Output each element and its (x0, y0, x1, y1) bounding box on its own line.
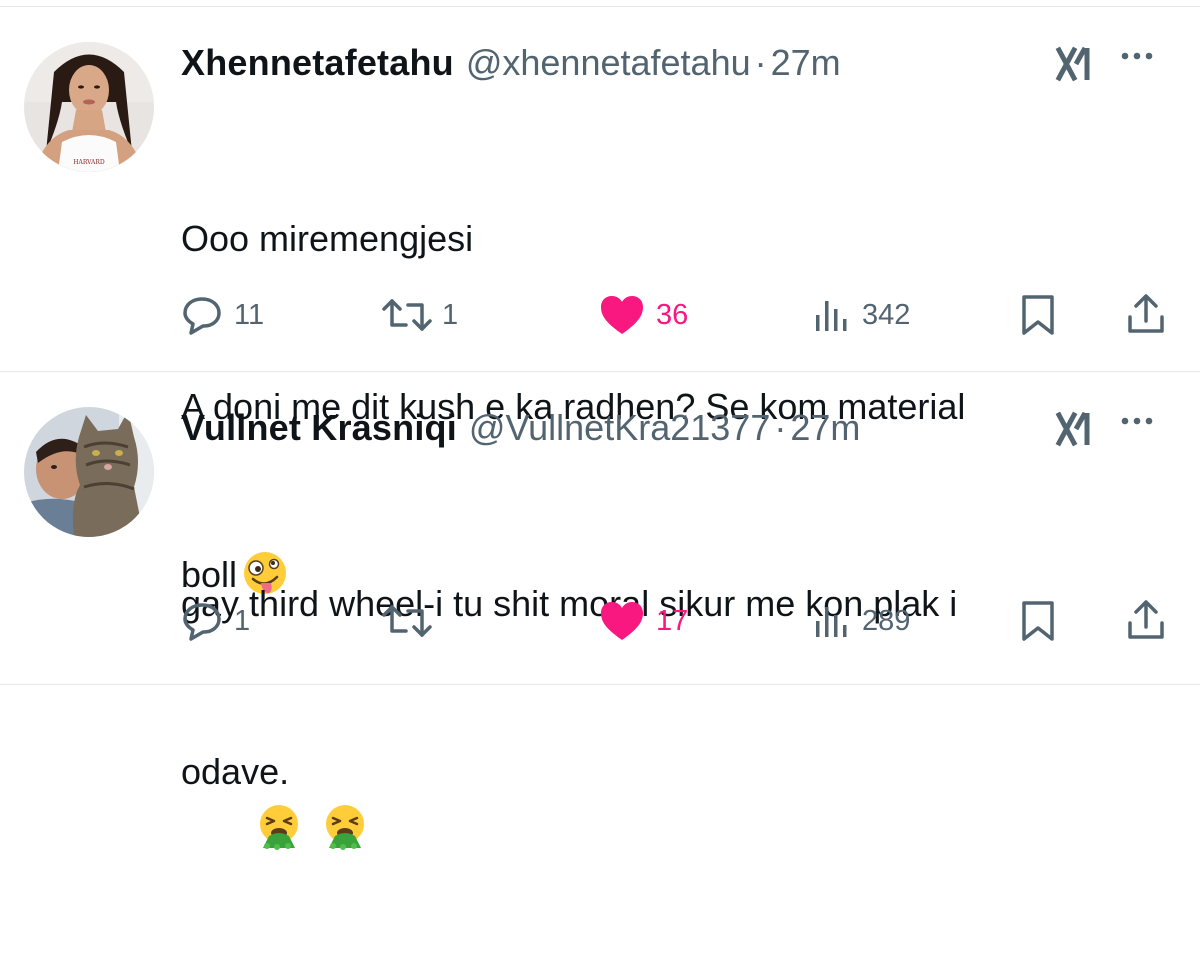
views-button[interactable]: 289 (812, 596, 910, 646)
avatar-image: HARVARD (24, 42, 154, 172)
avatar[interactable]: HARVARD (24, 42, 154, 172)
user-handle[interactable]: @VullnetKra21377 (469, 407, 770, 449)
timestamp[interactable]: 27m (771, 42, 841, 84)
heart-icon (601, 296, 643, 334)
avatar-shirt-text: HARVARD (73, 159, 105, 166)
more-icon (1121, 52, 1153, 60)
share-icon (1128, 600, 1164, 639)
grok-icon (1055, 46, 1090, 82)
bottom-divider (0, 684, 1200, 685)
user-handle[interactable]: @xhennetafetahu (466, 42, 751, 84)
display-name[interactable]: Xhennetafetahu (181, 42, 454, 84)
views-icon (816, 301, 847, 331)
avatar[interactable] (24, 407, 154, 537)
reply-count: 1 (234, 604, 251, 637)
grok-button[interactable] (1050, 39, 1100, 89)
reply-button[interactable]: 1 (180, 596, 250, 646)
grok-icon (1055, 411, 1090, 447)
reply-count: 11 (234, 298, 265, 331)
views-button[interactable]: 342 (812, 290, 910, 340)
display-name[interactable]: Vullnet Krasniqi (181, 407, 457, 449)
repost-button[interactable]: 1 (382, 290, 458, 340)
grok-button[interactable] (1050, 404, 1100, 454)
repost-icon (382, 605, 432, 637)
bookmark-icon (1022, 601, 1054, 641)
tweet-text: gay third wheel-i tu shit moral sikur me… (181, 464, 1160, 968)
reply-icon (183, 603, 221, 641)
bookmark-icon (1022, 295, 1054, 335)
repost-count: 1 (442, 298, 459, 331)
tweet-text-line: odave. (181, 751, 290, 792)
share-button[interactable] (1126, 290, 1166, 340)
more-button[interactable] (1112, 396, 1162, 446)
tweet-header: Xhennetafetahu @xhennetafetahu · 27m (181, 39, 1200, 87)
separator-dot: · (774, 407, 787, 448)
bookmark-button[interactable] (1018, 596, 1058, 646)
avatar-image (24, 407, 154, 537)
vomiting-face-emoji (260, 805, 299, 850)
like-count: 17 (656, 604, 689, 637)
more-button[interactable] (1112, 31, 1162, 81)
tweet-actions: 11 1 36 342 (180, 290, 1170, 340)
like-button[interactable]: 17 (598, 596, 688, 646)
views-count: 289 (862, 604, 911, 637)
repost-icon (382, 299, 432, 331)
tweet-text-line: Ooo miremengjesi (181, 218, 474, 259)
share-icon (1128, 294, 1164, 333)
more-icon (1121, 417, 1153, 425)
repost-button[interactable] (382, 596, 442, 646)
heart-icon (601, 602, 643, 640)
tweet-header: Vullnet Krasniqi @VullnetKra21377 · 27m (181, 404, 1200, 452)
bookmark-button[interactable] (1018, 290, 1058, 340)
views-count: 342 (862, 298, 911, 331)
like-count: 36 (656, 298, 689, 331)
reply-button[interactable]: 11 (180, 290, 264, 340)
reply-icon (183, 297, 221, 335)
tweet-actions: 1 17 289 (180, 596, 1170, 646)
like-button[interactable]: 36 (598, 290, 688, 340)
views-icon (816, 607, 847, 637)
tweet[interactable]: HARVARD Xhennetafetahu @xhennetafetahu ·… (0, 7, 1200, 595)
tweet[interactable]: Vullnet Krasniqi @VullnetKra21377 · 27m … (0, 372, 1200, 850)
vomiting-face-emoji (326, 805, 365, 850)
share-button[interactable] (1126, 596, 1166, 646)
timestamp[interactable]: 27m (790, 407, 860, 449)
tweet-text-line-with-emoji: odave. (181, 744, 1160, 856)
separator-dot: · (754, 42, 767, 83)
